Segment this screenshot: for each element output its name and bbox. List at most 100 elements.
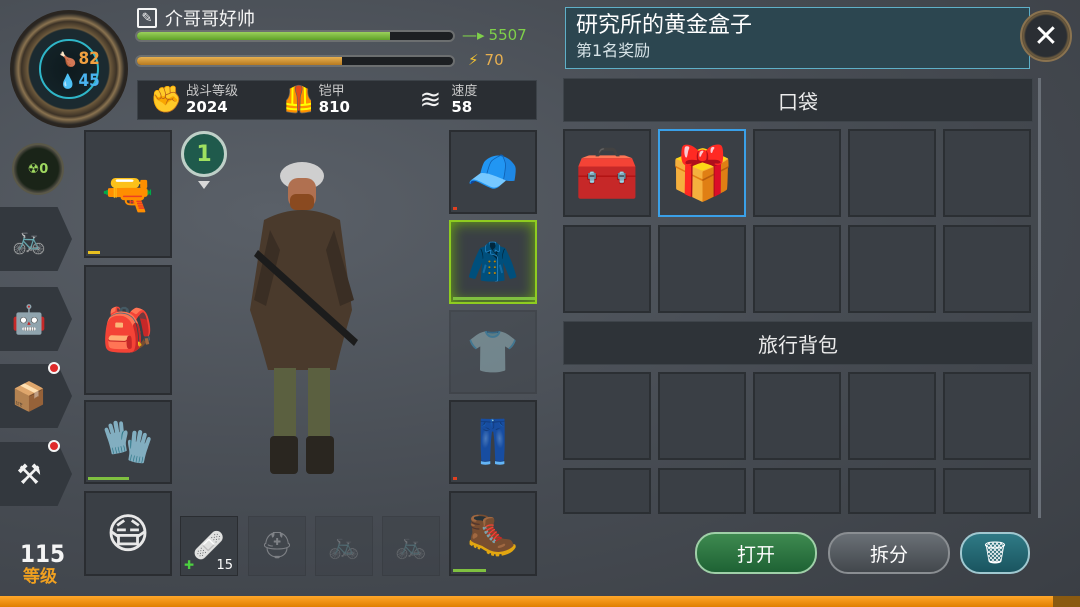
empty-cell[interactable] bbox=[658, 372, 746, 460]
bottom-progress-bar bbox=[0, 596, 1080, 607]
item-title: 研究所的黄金盒子 bbox=[576, 13, 753, 38]
radiation-value: 0 bbox=[39, 161, 49, 177]
stat-label: 战斗等级 bbox=[186, 83, 239, 99]
stat-armor: 🦺 铠甲 810 bbox=[283, 83, 404, 116]
craft-button[interactable]: ⚒ bbox=[0, 442, 72, 506]
vehicle-slot-2[interactable]: 🚲 bbox=[382, 516, 440, 576]
boots-slot[interactable]: 🥾 bbox=[449, 491, 537, 576]
xp-value: 5507 bbox=[488, 26, 527, 44]
stats-row: ✊ 战斗等级 2024 🦺 铠甲 810 ≋ 速度 58 bbox=[137, 80, 537, 120]
empty-cell[interactable] bbox=[943, 468, 1031, 514]
water-readout: 💧 45 bbox=[59, 71, 100, 91]
bottom-progress-fill bbox=[0, 596, 1053, 607]
character-level-badge[interactable]: 1 bbox=[181, 131, 227, 177]
stat-combat-level: ✊ 战斗等级 2024 bbox=[150, 83, 271, 116]
rifle-icon: 🔫 bbox=[101, 169, 155, 218]
empty-cell[interactable] bbox=[563, 468, 651, 514]
speed-icon: ≋ bbox=[419, 85, 442, 115]
empty-cell[interactable] bbox=[563, 225, 651, 313]
pocket-header: 口袋 bbox=[563, 78, 1033, 122]
empty-cell[interactable] bbox=[848, 372, 936, 460]
item-subtitle: 第1名奖励 bbox=[576, 41, 651, 60]
open-button[interactable]: 打开 bbox=[695, 532, 817, 574]
durability-bar bbox=[88, 477, 129, 480]
energy-bar-fill bbox=[137, 57, 343, 65]
vehicle-slot-1[interactable]: 🚲 bbox=[315, 516, 373, 576]
food-value: 82 bbox=[78, 49, 100, 69]
character-level-value: 1 bbox=[196, 141, 212, 167]
durability-bar bbox=[453, 207, 457, 210]
player-name-row[interactable]: ✎ 介哥哥好帅 bbox=[137, 5, 255, 31]
empty-cell[interactable] bbox=[753, 129, 841, 217]
empty-cell[interactable] bbox=[848, 468, 936, 514]
medkit-slot[interactable]: ⛑ bbox=[248, 516, 306, 576]
split-button-label: 拆分 bbox=[869, 543, 908, 566]
empty-cell[interactable] bbox=[658, 468, 746, 514]
gloves-slot[interactable]: 🧤 bbox=[84, 400, 172, 484]
level-number: 115 bbox=[20, 540, 66, 568]
empty-cell[interactable] bbox=[848, 225, 936, 313]
pet-button[interactable]: 🤖 bbox=[0, 287, 72, 351]
split-button[interactable]: 拆分 bbox=[828, 532, 950, 574]
lightning-icon: ⚡ bbox=[468, 51, 479, 69]
level-label: 等级 bbox=[23, 567, 57, 587]
backpack-slot[interactable]: 🎒 bbox=[84, 265, 172, 395]
durability-bar bbox=[453, 477, 457, 480]
radiation-icon: ☢ bbox=[27, 161, 40, 177]
bicycle-icon: 🚲 bbox=[11, 222, 47, 256]
crate-icon: 📦 bbox=[11, 379, 47, 413]
close-button[interactable]: ✕ bbox=[1020, 10, 1072, 62]
right-boot bbox=[306, 436, 334, 474]
empty-cell[interactable] bbox=[658, 225, 746, 313]
left-boot bbox=[270, 436, 298, 474]
empty-cell[interactable] bbox=[753, 225, 841, 313]
empty-cell[interactable] bbox=[563, 372, 651, 460]
empty-cell[interactable] bbox=[943, 129, 1031, 217]
empty-cell[interactable] bbox=[943, 225, 1031, 313]
red-crate-icon: 🧰 bbox=[574, 143, 640, 204]
energy-value: 70 bbox=[484, 51, 504, 69]
empty-cell[interactable] bbox=[848, 129, 936, 217]
plus-icon: ✚ bbox=[184, 558, 195, 572]
energy-readout: ⚡ 70 bbox=[468, 51, 504, 69]
radiation-badge[interactable]: ☢ 0 bbox=[12, 143, 64, 195]
backpack-icon: 🎒 bbox=[101, 305, 155, 354]
bandage-icon: 🩹 bbox=[192, 531, 226, 561]
beard bbox=[290, 194, 314, 210]
empty-cell[interactable] bbox=[753, 468, 841, 514]
shirt-icon: 👕 bbox=[466, 327, 520, 376]
body-slot[interactable]: 🧥 bbox=[449, 220, 537, 304]
stat-label: 速度 bbox=[451, 83, 478, 99]
notification-dot bbox=[48, 440, 60, 452]
arrow-icon: —▸ bbox=[462, 26, 485, 44]
weapon-slot[interactable]: 🔫 bbox=[84, 130, 172, 258]
medkit-icon: ⛑ bbox=[260, 531, 294, 561]
gold-crate-icon: 🎁 bbox=[669, 143, 735, 204]
red-box-cell[interactable]: 🧰 bbox=[563, 129, 651, 217]
discard-button[interactable]: 🗑 bbox=[960, 532, 1030, 574]
backpack-label: 旅行背包 bbox=[758, 332, 838, 357]
pants-slot[interactable]: 👖 bbox=[449, 400, 537, 484]
xp-bar-fill bbox=[137, 32, 390, 40]
mask-slot[interactable]: 😷 bbox=[84, 491, 172, 576]
survival-status-dial[interactable]: 🍗 82 💧 45 bbox=[10, 10, 128, 128]
durability-bar bbox=[453, 569, 486, 572]
inventory-scrollbar[interactable] bbox=[1038, 78, 1041, 518]
crate-button[interactable]: 📦 bbox=[0, 364, 72, 428]
stat-value: 58 bbox=[451, 97, 473, 116]
vehicle-icon: 🚲 bbox=[394, 531, 428, 561]
vehicle-button[interactable]: 🚲 bbox=[0, 207, 72, 271]
character-figure bbox=[250, 162, 358, 474]
edit-icon[interactable]: ✎ bbox=[137, 8, 157, 28]
stat-label: 铠甲 bbox=[318, 83, 345, 99]
jacket-icon: 🧥 bbox=[466, 237, 520, 286]
empty-cell[interactable] bbox=[753, 372, 841, 460]
robot-icon: 🤖 bbox=[11, 302, 47, 336]
gold-box-cell[interactable]: 🎁 bbox=[658, 129, 746, 217]
empty-cell[interactable] bbox=[943, 372, 1031, 460]
head-slot[interactable]: 🧢 bbox=[449, 130, 537, 214]
bandage-slot[interactable]: 🩹 15 ✚ bbox=[180, 516, 238, 576]
stat-value: 810 bbox=[318, 97, 350, 116]
player-name: 介哥哥好帅 bbox=[165, 9, 255, 30]
shirt-slot[interactable]: 👕 bbox=[449, 310, 537, 394]
